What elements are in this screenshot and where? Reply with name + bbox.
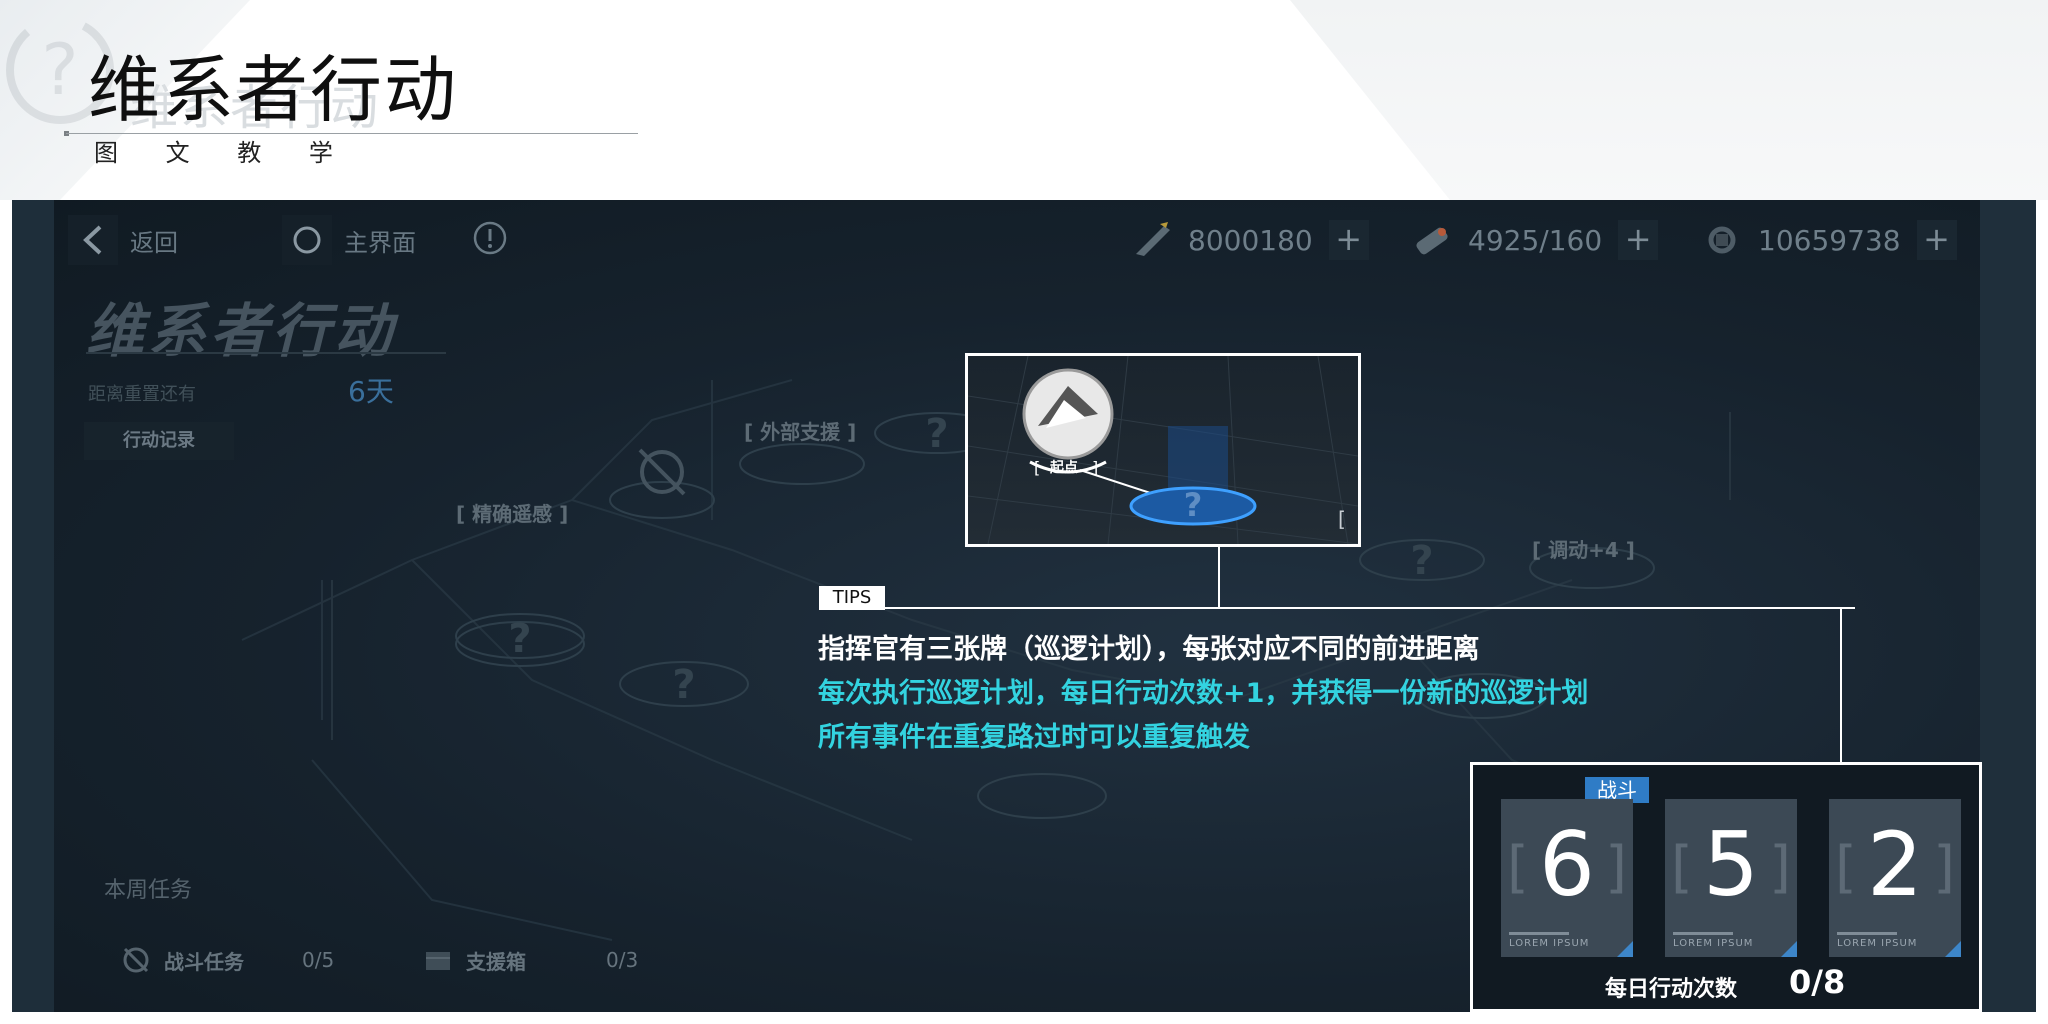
svg-text:[: [ — [1034, 458, 1040, 477]
start-point-scene: ? [ ] [ — [968, 356, 1358, 544]
patrol-card-caption: LOREM IPSUM — [1837, 938, 1918, 949]
node-mobilize[interactable]: [ 调动+4 ] — [1532, 534, 1635, 563]
map-unknown-node: ? — [1410, 538, 1433, 584]
resource-ammo: 8000180 + — [1130, 218, 1369, 262]
unknown-node-icon: ? — [1184, 486, 1203, 524]
start-point-inset: ? [ ] [ 起点 — [965, 353, 1361, 547]
home-button[interactable]: 主界面 — [282, 214, 416, 266]
tip-line-plan: 每次执行巡逻计划，每日行动次数+1，并获得一份新的巡逻计划 — [818, 678, 1589, 709]
start-label: 起点 — [1050, 460, 1078, 476]
add-parts-button[interactable]: + — [1916, 220, 1957, 260]
reset-countdown-value: 6天 — [348, 375, 394, 408]
patrol-card-caption: LOREM IPSUM — [1673, 938, 1754, 949]
reset-countdown-label: 距离重置还有 — [88, 384, 196, 405]
title-divider — [66, 133, 638, 134]
add-fuel-button[interactable]: + — [1618, 220, 1659, 260]
battle-task-icon — [123, 947, 149, 973]
task-battle-name: 战斗任务 — [164, 949, 244, 974]
svg-text:?: ? — [41, 29, 78, 111]
rifle-icon — [1136, 222, 1170, 256]
patrol-card-caption: LOREM IPSUM — [1509, 938, 1590, 949]
resource-ammo-value: 8000180 — [1188, 223, 1313, 257]
resource-parts-value: 10659738 — [1758, 223, 1901, 257]
chevron-left-icon — [83, 225, 102, 255]
tip-line-events: 所有事件在重复路过时可以重复触发 — [818, 722, 1250, 753]
resource-fuel: 4925/160 + — [1410, 218, 1659, 262]
tips-frame-right — [1840, 607, 1842, 762]
event-title-underline — [86, 352, 446, 368]
page-title: 维系者行动 — [88, 48, 459, 132]
daily-actions-label: 每日行动次数 — [1605, 977, 1738, 1002]
radar-disabled-icon — [638, 448, 686, 496]
tips-frame-top — [827, 607, 1855, 609]
daily-actions-value: 0/8 — [1789, 963, 1846, 1001]
game-screenshot: ? ? ? ? 返回 主界面 8000180 + 4925/160 + 1065… — [12, 200, 2036, 1012]
task-battle-progress: 0/5 — [302, 948, 335, 972]
page-subtitle: 图 文 教 学 — [94, 139, 353, 167]
task-support-name: 支援箱 — [466, 949, 526, 974]
map-unknown-node: ? — [672, 662, 695, 708]
resource-fuel-value: 4925/160 — [1468, 223, 1603, 257]
node-precise-sensing[interactable]: [ 精确遥感 ] — [456, 498, 568, 527]
home-label: 主界面 — [344, 228, 416, 257]
tips-tag: TIPS — [819, 586, 885, 610]
header-decor-right — [1290, 0, 2048, 200]
back-button[interactable]: 返回 — [68, 214, 178, 266]
patrol-card-number: 6 — [1539, 813, 1595, 916]
back-label: 返回 — [130, 228, 178, 257]
map-unknown-node: ? — [508, 616, 531, 662]
gear-part-icon — [1708, 226, 1736, 254]
patrol-card[interactable]: [ ] 2 LOREM IPSUM — [1829, 799, 1961, 957]
patrol-card[interactable]: [ ] 5 LOREM IPSUM — [1665, 799, 1797, 957]
slide-header: ? 维系者行动 维系者行动 图 文 教 学 — [0, 0, 2048, 200]
action-record-button[interactable]: 行动记录 — [84, 422, 234, 460]
task-support-box: 支援箱 0/3 — [422, 936, 638, 984]
svg-text:]: ] — [1092, 458, 1098, 477]
patrol-card[interactable]: [ ] 6 LOREM IPSUM — [1501, 799, 1633, 957]
patrol-cards-inset: 战斗 [ ] 6 LOREM IPSUM [ ] 5 LOREM IPSUM [… — [1470, 762, 1982, 1012]
node-external-support[interactable]: [ 外部支援 ] — [744, 416, 856, 445]
patrol-card-number: 5 — [1703, 813, 1759, 916]
home-circle-icon — [293, 226, 321, 254]
weekly-tasks-title: 本周任务 — [104, 878, 193, 903]
tip-line-cards: 指挥官有三张牌（巡逻计划），每张对应不同的前进距离 — [818, 634, 1480, 665]
task-support-progress: 0/3 — [606, 948, 639, 972]
info-icon[interactable] — [472, 220, 508, 256]
svg-text:[: [ — [1338, 507, 1346, 531]
task-battle: 战斗任务 0/5 — [120, 936, 334, 984]
supply-box-icon — [426, 952, 450, 970]
patrol-card-number: 2 — [1867, 813, 1923, 916]
map-unknown-node: ? — [925, 411, 948, 457]
tips-connector — [1218, 544, 1220, 609]
resource-parts: 10659738 + — [1700, 218, 1957, 262]
fuel-icon — [1416, 227, 1448, 255]
add-ammo-button[interactable]: + — [1328, 220, 1369, 260]
